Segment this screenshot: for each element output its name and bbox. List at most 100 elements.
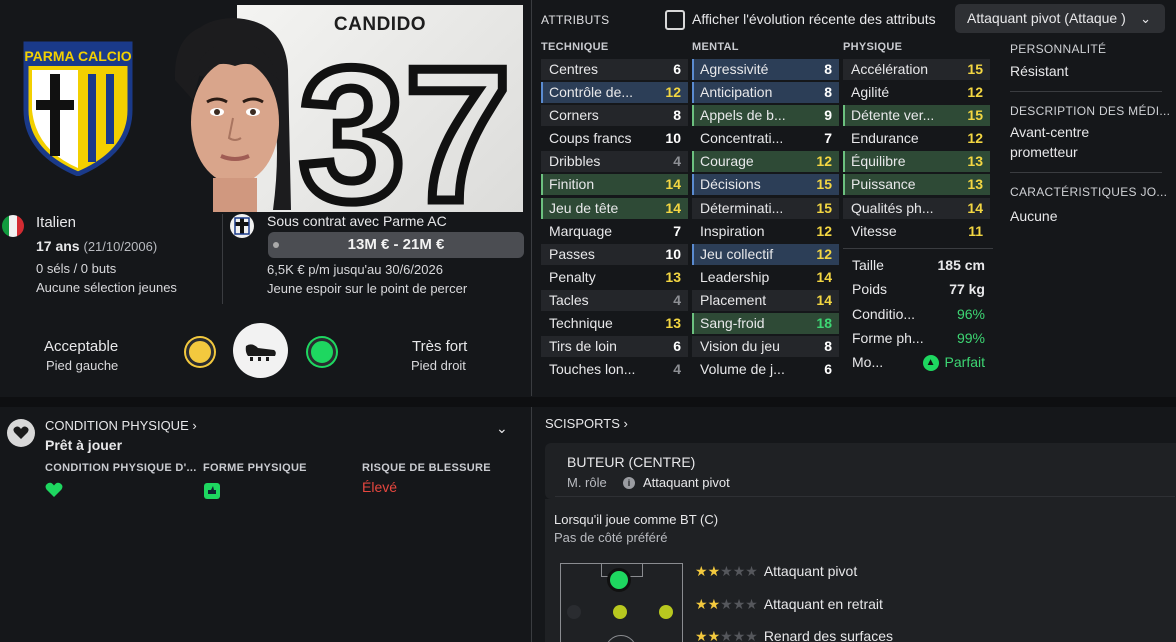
attribute-row[interactable]: Tirs de loin 6 [541, 336, 688, 358]
star-rating: ★★★★★ [695, 563, 758, 580]
attribute-row[interactable]: Qualités ph... 14 [843, 197, 990, 219]
secondary-position-dot [659, 605, 673, 619]
show-evolution-checkbox[interactable] [665, 10, 685, 30]
attribute-row[interactable]: Finition 14 [541, 174, 688, 196]
transfer-value[interactable]: 13M € - 21M € [268, 232, 524, 258]
fitness-col-condition: CONDITION PHYSIQUE D'... [45, 462, 197, 474]
attribute-row[interactable]: Endurance 12 [843, 128, 990, 149]
attribute-name: Qualités ph... [851, 199, 934, 216]
attribute-row[interactable]: Penalty 13 [541, 267, 688, 288]
divider [531, 0, 532, 396]
attribute-row[interactable]: Équilibre 13 [843, 151, 990, 173]
attribute-row[interactable]: Jeu de tête 14 [541, 197, 688, 219]
attribute-name: Corners [549, 107, 599, 124]
attribute-value: 15 [967, 107, 983, 124]
attribute-row[interactable]: Placement 14 [692, 289, 839, 311]
attribute-name: Puissance [851, 176, 916, 193]
stat-name: Taille [852, 257, 884, 273]
attribute-row[interactable]: Touches lon... 4 [541, 359, 688, 380]
attribute-row[interactable]: Centres 6 [541, 59, 688, 80]
attribute-name: Tacles [549, 291, 589, 308]
fitness-status: Prêt à jouer [45, 437, 123, 453]
club-badge-icon[interactable] [230, 214, 254, 238]
show-evolution-label[interactable]: Afficher l'évolution récente des attribu… [692, 11, 936, 27]
physique-header: PHYSIQUE [843, 41, 903, 53]
attribute-row[interactable]: Dribbles 4 [541, 151, 688, 173]
attribute-value: 15 [816, 176, 832, 193]
attribute-name: Courage [700, 153, 754, 170]
attribute-row[interactable]: Puissance 13 [843, 174, 990, 196]
attribute-value: 6 [673, 61, 681, 77]
attribute-value: 10 [665, 130, 681, 147]
stat-value: 77 kg [949, 281, 985, 298]
star-icon: ★ [745, 563, 758, 579]
attribute-name: Inspiration [700, 222, 765, 239]
attribute-row[interactable]: Concentrati... 7 [692, 128, 839, 149]
star-icon: ★ [732, 563, 746, 579]
role-dropdown-value: Attaquant pivot (Attaque ) [967, 10, 1126, 26]
left-foot-indicator [186, 338, 214, 366]
attribute-row[interactable]: Coups francs 10 [541, 128, 688, 149]
role-dropdown[interactable]: Attaquant pivot (Attaque ) ⌄ [955, 4, 1165, 33]
role-rating-row: ★★★★★ Attaquant en retrait [695, 596, 995, 629]
attribute-value: 14 [665, 176, 681, 193]
star-rating: ★★★★★ [695, 628, 758, 642]
technique-attributes: Centres 6 Contrôle de... 12 Corners 8 Coups fr… [541, 59, 688, 382]
attribute-name: Marquage [549, 222, 613, 239]
attribute-value: 6 [824, 361, 832, 378]
attribute-row[interactable]: Marquage 7 [541, 221, 688, 242]
divider [1010, 172, 1162, 173]
attribute-row[interactable]: Technique 13 [541, 313, 688, 334]
attribute-row[interactable]: Volume de j... 6 [692, 359, 839, 380]
attribute-row[interactable]: Corners 8 [541, 105, 688, 127]
star-icon: ★ [720, 628, 733, 642]
attribute-name: Agilité [851, 84, 890, 101]
inactive-position-dot [567, 605, 581, 619]
fitness-col-risk: RISQUE DE BLESSURE [362, 462, 491, 474]
attribute-row[interactable]: Accélération 15 [843, 59, 990, 80]
stat-value: Parfait [944, 354, 985, 371]
attribute-row[interactable]: Inspiration 12 [692, 221, 839, 242]
attribute-row[interactable]: Jeu collectif 12 [692, 243, 839, 265]
attribute-row[interactable]: Décisions 15 [692, 174, 839, 196]
chevron-down-icon[interactable]: ⌄ [496, 420, 508, 437]
attribute-row[interactable]: Sang-froid 18 [692, 313, 839, 335]
attribute-row[interactable]: Tacles 4 [541, 289, 688, 311]
attribute-row[interactable]: Appels de b... 9 [692, 105, 839, 127]
info-icon[interactable]: i [623, 477, 635, 489]
attribute-row[interactable]: Détente ver... 15 [843, 105, 990, 127]
attribute-value: 7 [673, 222, 681, 239]
injury-risk-value: Élevé [362, 479, 398, 495]
attribute-name: Centres [549, 61, 599, 77]
attribute-row[interactable]: Déterminati... 15 [692, 197, 839, 219]
attribute-row[interactable]: Passes 10 [541, 243, 688, 265]
morale-wrap: ▲ Parfait [922, 350, 985, 374]
attribute-row[interactable]: Contrôle de... 12 [541, 82, 688, 104]
attribute-value: 10 [665, 245, 681, 262]
attribute-value: 4 [673, 361, 681, 378]
fitness-title[interactable]: CONDITION PHYSIQUE › [45, 418, 197, 433]
attribute-value: 9 [824, 107, 832, 124]
physique-attributes: Accélération 15 Agilité 12 Détente ver... 15 E… [843, 59, 990, 244]
heart-icon [7, 419, 35, 447]
attribute-row[interactable]: Vision du jeu 8 [692, 336, 839, 358]
role-value: Attaquant pivot [643, 475, 730, 490]
attribute-row[interactable]: Vitesse 11 [843, 221, 990, 242]
attribute-name: Agressivité [700, 61, 769, 77]
caps-goals: 0 séls / 0 buts [36, 261, 117, 276]
attribute-row[interactable]: Courage 12 [692, 151, 839, 173]
wage-contract: 6,5K € p/m jusqu'au 30/6/2026 [267, 262, 443, 277]
stat-name: Conditio... [852, 305, 916, 322]
contract-club[interactable]: Sous contrat avec Parme AC [267, 213, 447, 229]
attribute-row[interactable]: Anticipation 8 [692, 82, 839, 104]
attribute-row[interactable]: Agilité 12 [843, 82, 990, 103]
attribute-row[interactable]: Agressivité 8 [692, 59, 839, 80]
shirt-number: 37 [290, 22, 520, 246]
star-icon: ★ [707, 628, 721, 642]
attribute-value: 12 [816, 222, 832, 239]
star-icon: ★ [695, 595, 708, 612]
scisports-title[interactable]: SCISPORTS › [545, 416, 628, 431]
nationality: Italien [36, 214, 77, 231]
attribute-row[interactable]: Leadership 14 [692, 267, 839, 288]
attribute-name: Endurance [851, 130, 919, 147]
